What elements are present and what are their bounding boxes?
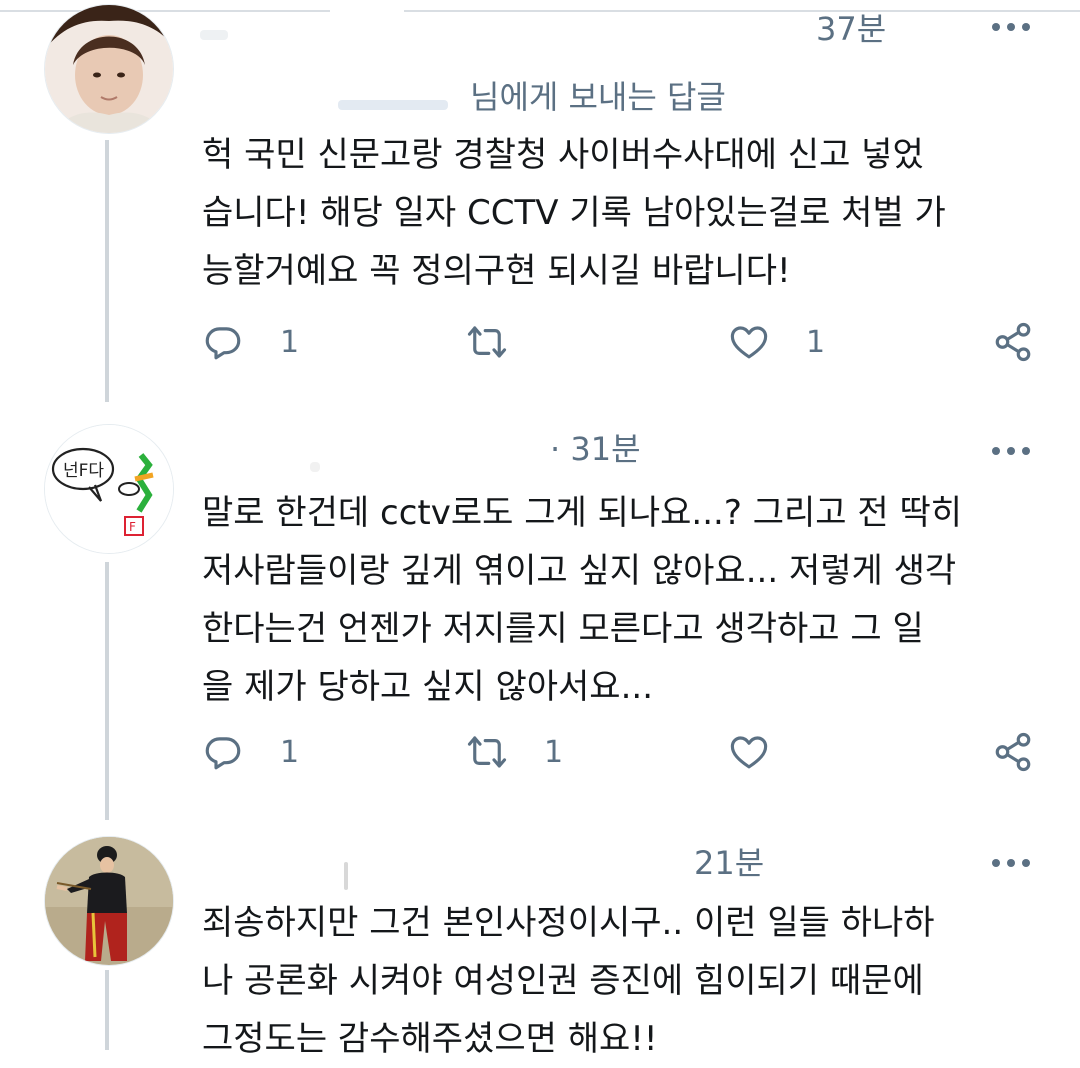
share-button[interactable] <box>992 320 1034 364</box>
retweet-count: 1 <box>544 734 564 770</box>
reply-icon <box>205 327 241 360</box>
reply-button[interactable]: 1 <box>202 320 299 364</box>
retweet-icon <box>467 326 507 358</box>
tweet-actions: 1 1 <box>202 730 1042 774</box>
like-count: 1 <box>806 324 826 360</box>
thread-line <box>105 140 109 402</box>
svg-text:넌F다: 넌F다 <box>63 461 104 481</box>
like-button[interactable] <box>728 730 806 774</box>
top-divider <box>404 10 1080 12</box>
heart-icon <box>730 736 768 769</box>
heart-icon <box>730 326 768 359</box>
tweet-time: · 31분 <box>550 430 641 468</box>
svg-text:F: F <box>129 520 136 534</box>
reply-icon <box>205 737 241 770</box>
tweet-time: 21분 <box>694 844 765 882</box>
reply-count: 1 <box>280 734 300 770</box>
tweet-text: 헉 국민 신문고랑 경찰청 사이버수사대에 신고 넣었 습니다! 해당 일자 C… <box>202 135 946 291</box>
retweet-button[interactable]: 1 <box>466 730 563 774</box>
tweet-time: 37분 <box>816 10 887 48</box>
thread-line <box>105 970 109 1050</box>
retweet-icon <box>467 736 507 768</box>
reply-to-label: 님에게 보내는 답글 <box>470 78 726 116</box>
avatar[interactable] <box>44 836 174 966</box>
more-icon[interactable] <box>992 16 1032 36</box>
share-icon <box>995 322 1031 362</box>
tweet-text: 죄송하지만 그건 본인사정이시구.. 이런 일들 하나하 나 공론화 시켜야 여… <box>202 903 935 1059</box>
share-button[interactable] <box>992 730 1034 774</box>
avatar[interactable]: 넌F다 F <box>44 424 174 554</box>
more-icon[interactable] <box>992 440 1032 460</box>
like-button[interactable]: 1 <box>728 320 825 364</box>
tweet-text: 말로 한건데 cctv로도 그게 되나요...? 그리고 전 딱히 저사람들이랑… <box>202 493 962 707</box>
redacted-reply-handle <box>338 100 448 110</box>
retweet-button[interactable] <box>466 320 544 364</box>
tweet-actions: 1 1 <box>202 320 1042 364</box>
thread-line <box>105 562 109 820</box>
redacted-username <box>344 862 348 890</box>
top-divider <box>0 10 330 12</box>
reply-button[interactable]: 1 <box>202 730 299 774</box>
avatar[interactable] <box>44 4 174 134</box>
redacted-username <box>200 30 228 40</box>
redacted-username <box>310 462 320 472</box>
reply-count: 1 <box>280 324 300 360</box>
more-icon[interactable] <box>992 852 1032 872</box>
share-icon <box>995 732 1031 772</box>
